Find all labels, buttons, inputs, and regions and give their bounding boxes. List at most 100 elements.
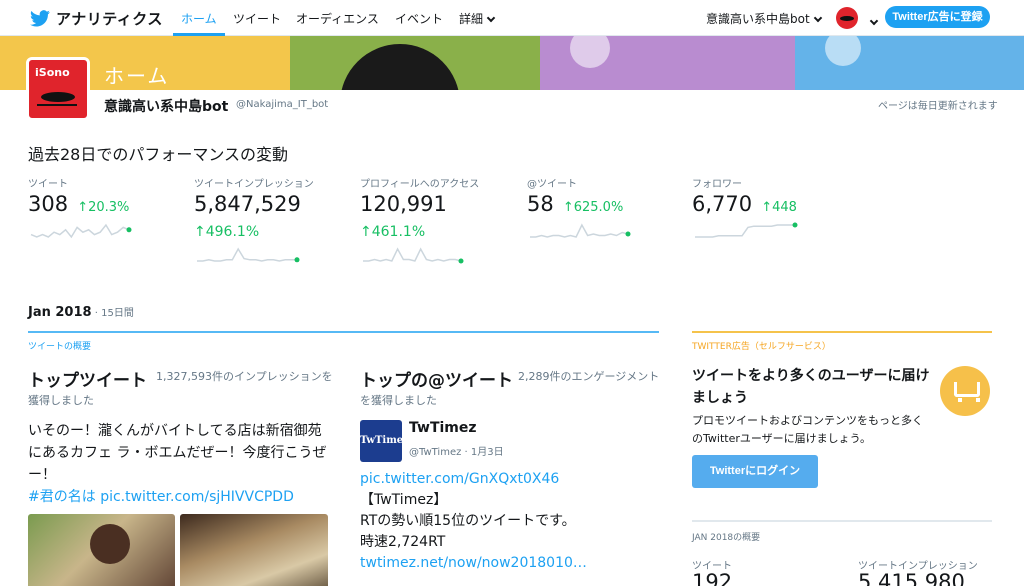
avatar-logo-text: iSono (35, 66, 70, 79)
tab-home[interactable]: ホーム (181, 10, 217, 27)
media-link[interactable]: pic.twitter.com/GnXQxt0X46 (360, 471, 559, 487)
metric-tweets[interactable]: ツイート 308 ↑20.3% (28, 175, 188, 240)
sparkline-endpoint (458, 258, 464, 264)
period-month: Jan 2018 (28, 305, 92, 320)
summary-tweets-value: 192 (692, 570, 733, 586)
metric-change: ↑461.1% (360, 224, 426, 240)
profile-banner: ホーム (0, 36, 1024, 90)
metric-change: ↑625.0% (562, 200, 624, 215)
metric-label: ツイートインプレッション (194, 179, 314, 190)
profile-avatar[interactable]: iSono (26, 57, 90, 121)
mention-date: 1月3日 (470, 447, 504, 458)
metric-change-value: 625.0% (573, 200, 624, 215)
sparkline (30, 223, 132, 239)
tweet-body: いそのー！瀧くんがバイトしてる店は新宿御苑にあるカフェ ラ・ボエムだぜー！今度行… (28, 423, 327, 483)
avatar[interactable] (836, 7, 858, 29)
sparkline (197, 247, 300, 263)
period-header: Jan 2018 · 15日間 (28, 304, 134, 320)
summary-label: JAN 2018の概要 (692, 533, 761, 543)
period-days: 15日間 (101, 308, 134, 319)
mention-text[interactable]: pic.twitter.com/GnXQxt0X46 【TwTimez】 RTの… (360, 469, 660, 574)
metric-value: 120,991 (360, 192, 447, 216)
mention-meta: @TwTimez · 1月3日 (409, 447, 504, 458)
tab-events[interactable]: イベント (395, 10, 443, 27)
glasses-icon (41, 92, 75, 102)
media-link[interactable]: pic.twitter.com/sjHIVVCPDD (100, 489, 294, 505)
ads-title: ツイートをより多くのユーザーに届けましょう (692, 368, 930, 406)
hashtag-link[interactable]: #君の名は (28, 489, 96, 505)
analytics-logo[interactable]: アナリティクス (30, 8, 163, 29)
metric-change-value: 496.1% (205, 224, 260, 240)
account-name[interactable]: 意識高い系中島bot (104, 96, 228, 116)
chevron-down-icon (486, 13, 496, 23)
metric-value: 5,847,529 (194, 192, 301, 216)
mention-line: 【TwTimez】 (360, 492, 448, 508)
metric-impressions[interactable]: ツイートインプレッション 5,847,529 ↑496.1% (194, 175, 354, 264)
divider (692, 520, 992, 522)
metric-change-value: 20.3% (88, 200, 130, 215)
sparkline-endpoint (625, 231, 631, 237)
sparkline (363, 247, 464, 264)
avatar-line (37, 104, 77, 106)
sparkline (530, 223, 631, 238)
metric-profile-visits[interactable]: プロフィールへのアクセス 120,991 ↑461.1% (360, 175, 520, 264)
account-switcher[interactable]: 意識高い系中島bot (706, 10, 822, 27)
mention-handle: @TwTimez (409, 447, 462, 458)
sparkline-endpoint (294, 257, 300, 263)
performance-title: 過去28日でのパフォーマンスの変動 (28, 145, 289, 164)
sparkline (695, 222, 798, 238)
top-nav: アナリティクス ホーム ツイート オーディエンス イベント 詳細 意識高い系中島… (0, 0, 1024, 36)
sparkline-endpoint (126, 227, 132, 233)
mention-line: RTの勢い順15位のツイートです。 (360, 513, 576, 529)
banner-title: ホーム (104, 64, 170, 88)
metric-change-value: 461.1% (371, 224, 426, 240)
overview-label: ツイートの概要 (28, 342, 92, 352)
tab-more-label: 詳細 (459, 12, 484, 26)
metric-change-value: 448 (772, 200, 797, 215)
avatar-menu[interactable] (866, 11, 879, 30)
tab-tweets[interactable]: ツイート (233, 10, 281, 27)
ads-description: プロモツイートおよびコンテンツをもっと多くのTwitterユーザーに届けましょう… (692, 414, 923, 445)
metric-mentions[interactable]: @ツイート 58 ↑625.0% (527, 175, 687, 240)
sparkline-path (530, 223, 629, 238)
account-handle: @Nakajima_IT_bot (236, 99, 329, 110)
period-separator: · (91, 308, 102, 319)
update-note: ページは毎日更新されます (878, 101, 998, 112)
top-tweet-subtitle: 1,327,593件のインプレッションを獲得しました (28, 370, 333, 407)
mention-line: 時速2,724RT (360, 534, 446, 550)
tweet-image[interactable] (180, 514, 328, 586)
divider (692, 331, 992, 333)
tweet-image[interactable] (28, 514, 175, 586)
sparkline-path (695, 224, 795, 238)
mention-avatar[interactable]: TwTimez (360, 420, 409, 462)
tab-more[interactable]: 詳細 (459, 10, 496, 27)
summary-impressions-value: 5,415,980 (858, 570, 965, 586)
metric-value: 58 (527, 192, 554, 216)
external-link[interactable]: twtimez.net/now/now2018010… (360, 555, 587, 571)
metric-change: ↑448 (761, 200, 797, 215)
metric-label: プロフィールへのアクセス (360, 179, 480, 190)
sparkline-path (363, 247, 462, 262)
sparkline-path (197, 247, 297, 262)
cart-icon (940, 366, 990, 416)
ads-signup-button[interactable]: Twitter広告に登録 (885, 6, 990, 28)
chevron-down-icon (869, 16, 879, 26)
metric-value: 6,770 (692, 192, 753, 216)
metric-change: ↑20.3% (77, 200, 130, 215)
metric-change: ↑496.1% (194, 224, 260, 240)
sparkline-endpoint (792, 222, 798, 228)
metric-value: 308 (28, 192, 69, 216)
twitter-login-button[interactable]: Twitterにログイン (692, 455, 818, 488)
top-tweet-text[interactable]: いそのー！瀧くんがバイトしてる店は新宿御苑にあるカフェ ラ・ボエムだぜー！今度行… (28, 420, 328, 508)
sparkline-path (30, 223, 130, 239)
tab-audience[interactable]: オーディエンス (296, 10, 379, 27)
twitter-bird-icon (30, 10, 50, 27)
divider (28, 331, 659, 333)
mention-name[interactable]: TwTimez (409, 420, 477, 436)
chevron-down-icon (813, 13, 822, 23)
metric-followers[interactable]: フォロワー 6,770 ↑448 (692, 175, 852, 240)
metric-label: ツイート (28, 179, 68, 190)
ads-label: TWITTER広告（セルフサービス） (692, 342, 831, 352)
top-mention-subtitle: 2,289件のエンゲージメントを獲得しました (360, 370, 660, 407)
metric-label: @ツイート (527, 179, 577, 190)
